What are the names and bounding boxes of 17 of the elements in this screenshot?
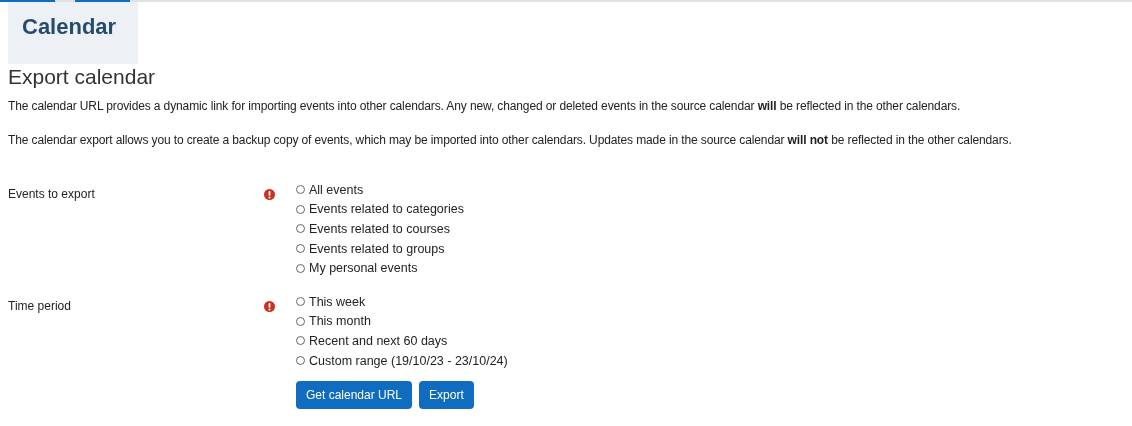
action-button[interactable]: Get calendar URL — [296, 381, 413, 410]
radio-option[interactable]: Events related to categories — [296, 199, 464, 220]
field-label: Time period — [8, 297, 72, 315]
radio-option[interactable]: All events — [296, 180, 464, 200]
radio-option[interactable]: Events related to groups — [296, 238, 464, 259]
description-text: The calendar export allows you to create a backup copy of events, which may be imported into other calendars. Updates made in the source calendar will not be reflected in the other calendars. — [8, 132, 1013, 148]
radio-option[interactable]: This week — [296, 291, 508, 312]
radio-option[interactable]: Events related to courses — [296, 219, 464, 239]
field-label: Events to export — [8, 186, 96, 203]
radio-option[interactable]: My personal events — [296, 258, 464, 278]
radio-option[interactable]: Custom range (19/10/23 - 23/10/24) — [296, 350, 508, 371]
page-title: Calendar — [22, 14, 117, 39]
radio-option[interactable]: This month — [296, 311, 508, 332]
description-text: The calendar URL provides a dynamic link for importing events into other calendars. Any new, changed or deleted events in the source calendar will be reflected in the other calendars. — [8, 98, 962, 114]
heading: Export calendar — [8, 64, 157, 90]
action-button[interactable]: Export — [419, 381, 474, 410]
radio-option[interactable]: Recent and next 60 days — [296, 331, 508, 351]
